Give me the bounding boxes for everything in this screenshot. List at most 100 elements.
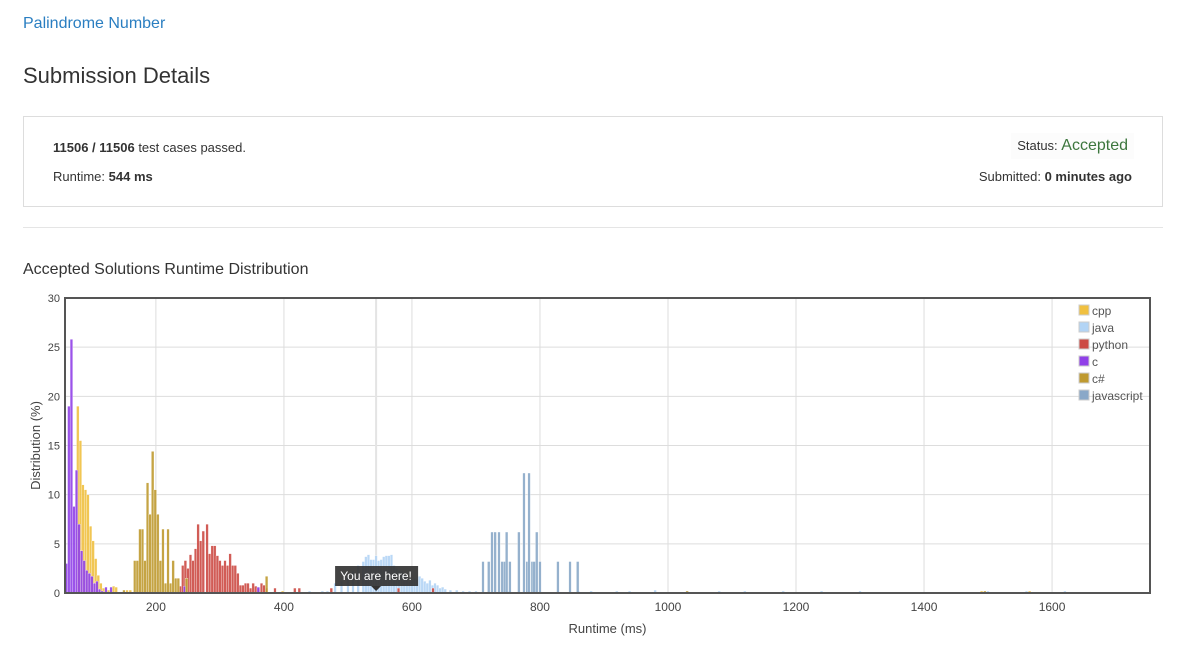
bar-javascript [481,561,485,594]
bar-csharp [143,560,147,594]
bar-python [228,553,232,594]
bar-python [223,560,227,594]
bar-c [77,524,81,594]
bar-javascript [522,472,526,594]
bar-csharp [164,583,167,594]
x-axis-label: Runtime (ms) [568,621,646,636]
bar-c [85,570,89,594]
bar-python [221,565,224,594]
bar-python [196,524,200,594]
bar-python [194,548,198,594]
legend-label: c# [1092,372,1105,386]
legend-label: python [1092,338,1128,352]
bar-c [92,583,96,594]
bar-csharp [174,578,178,594]
bar-c [67,406,71,594]
legend-label: java [1091,321,1114,335]
bar-c [72,506,76,594]
x-tick-label: 600 [402,600,422,614]
bar-csharp [146,482,150,594]
bar-c [87,573,91,594]
y-tick-label: 30 [48,293,60,305]
bar-javascript [576,561,580,594]
bar-python [208,553,212,594]
bar-javascript [490,531,494,594]
y-tick-label: 5 [54,539,60,551]
bar-python [241,584,245,594]
legend-swatch-javascript [1078,389,1090,401]
x-tick-label: 200 [146,600,166,614]
bar-c [90,576,94,594]
bar-python [215,555,219,594]
bar-python [213,545,217,594]
bar-python [199,540,203,594]
bar-java [423,581,427,594]
bar-csharp [166,528,170,594]
y-tick-label: 15 [48,441,60,453]
bar-python [238,584,242,594]
bar-csharp [265,576,269,594]
bar-javascript [497,531,501,594]
bar-csharp [133,560,137,594]
bar-csharp [138,528,142,594]
y-axis-label: Distribution (%) [28,401,43,490]
legend-swatch-c [1078,355,1090,367]
bar-csharp [135,560,139,594]
bar-c [82,560,86,594]
bar-javascript [556,561,560,594]
legend-label: cpp [1092,304,1112,318]
bar-java [436,584,439,594]
y-tick-label: 10 [48,490,60,502]
tooltip-text: You are here! [340,569,412,583]
bar-python [189,554,192,594]
legend-swatch-cpp [1078,304,1090,316]
bar-c [69,339,73,594]
bar-java [418,576,422,594]
legend-label: javascript [1091,389,1143,403]
legend-swatch-python [1078,338,1090,350]
bar-python [210,545,214,594]
x-tick-label: 1000 [655,600,682,614]
bar-csharp [185,578,189,594]
bar-python [191,560,195,594]
bar-csharp [171,560,175,594]
bar-javascript [532,561,536,594]
bar-csharp [156,514,160,594]
bar-javascript [508,561,512,594]
bar-javascript [535,531,539,594]
y-tick-label: 25 [48,342,60,354]
y-tick-label: 20 [48,391,60,403]
x-tick-label: 1400 [911,600,938,614]
bar-java [425,583,429,594]
x-tick-label: 1200 [783,600,810,614]
bar-javascript [500,561,504,594]
bar-csharp [169,583,173,594]
bar-python [262,584,266,594]
bar-java [428,580,432,594]
x-tick-label: 800 [530,600,550,614]
bar-javascript [493,531,497,594]
bar-python [246,583,250,594]
x-tick-label: 1600 [1039,600,1066,614]
bar-csharp [158,560,162,594]
bar-python [201,530,205,594]
legend-swatch-csharp [1078,372,1090,384]
bar-python [218,560,222,594]
bar-csharp [151,451,155,594]
runtime-distribution-chart: 0 5 10 15 20 25 30 200 400 600 800 1000 1200 1400 1600… [28,293,1151,636]
bar-javascript [538,561,542,594]
bar-csharp [141,528,144,594]
bar-c [75,469,78,594]
bar-python [244,583,247,594]
bar-c [80,550,84,594]
bar-javascript [487,561,491,594]
y-tick-label: 0 [54,588,60,600]
bar-python [233,565,237,594]
bar-cpp [112,585,116,594]
x-tick-label: 400 [274,600,294,614]
bar-python [236,573,240,594]
bar-python [254,585,258,594]
bar-python [260,583,263,594]
bar-python [251,583,255,594]
bar-javascript [517,531,521,594]
